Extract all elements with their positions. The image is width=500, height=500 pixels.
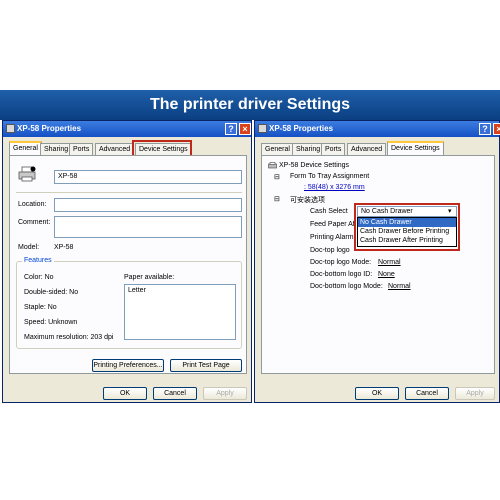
window-title: XP-58 Properties [269,124,334,133]
close-button[interactable]: × [493,123,500,135]
cancel-button[interactable]: Cancel [153,387,197,400]
printing-alarm-label[interactable]: Printing Alarm [310,234,354,241]
ok-button[interactable]: OK [355,387,399,400]
doc-top-logo-mode-label[interactable]: Doc-top logo Mode: [310,259,371,266]
paper-list[interactable]: Letter [124,284,236,340]
right-properties-window: XP-58 Properties ? × General Sharing Por… [254,120,500,403]
feed-paper-label[interactable]: Feed Paper Af [310,221,355,228]
tab-advanced[interactable]: Advanced [95,143,135,155]
help-button[interactable]: ? [479,123,491,135]
print-test-page-button[interactable]: Print Test Page [170,359,242,372]
cash-drawer-select[interactable]: No Cash Drawer [357,206,457,217]
installable-options[interactable]: 可安装选项 [290,195,325,205]
tab-ports[interactable]: Ports [321,143,346,155]
features-label: Features [22,257,54,264]
device-settings-panel: XP-58 Device Settings ⊟ Form To Tray Ass… [261,155,495,374]
help-button[interactable]: ? [225,123,237,135]
close-button[interactable]: × [239,123,251,135]
tab-general[interactable]: General [9,141,42,156]
tab-general[interactable]: General [261,143,294,155]
printer-name-field[interactable]: XP-58 [54,170,242,184]
general-panel: XP-58 Location: Comment: Model: XP-58 Fe… [9,155,247,374]
cash-select-label[interactable]: Cash Select [310,208,348,215]
tab-ports[interactable]: Ports [69,143,94,155]
apply-button[interactable]: Apply [203,387,247,400]
form-tray-assignment[interactable]: Form To Tray Assignment [290,173,369,180]
feature-speed: Speed: Unknown [24,319,78,326]
printing-preferences-button[interactable]: Printing Preferences... [92,359,164,372]
cash-drawer-dropdown-list[interactable]: No Cash Drawer Cash Drawer Before Printi… [357,217,457,247]
location-label: Location: [18,201,47,208]
dropdown-option[interactable]: Cash Drawer Before Printing [358,227,456,236]
printer-icon [18,166,36,182]
doc-bottom-logo-id-value[interactable]: None [378,271,395,278]
apply-button[interactable]: Apply [455,387,495,400]
tab-device-settings[interactable]: Device Settings [387,141,444,156]
chevron-down-icon[interactable]: ▾ [448,207,452,215]
window-title: XP-58 Properties [17,124,82,133]
tree-root[interactable]: XP-58 Device Settings [279,162,349,169]
tree-expand-icon[interactable]: ⊟ [274,195,280,203]
divider [16,192,242,193]
tab-sharing[interactable]: Sharing [40,143,73,155]
feature-max-resolution: Maximum resolution: 203 dpi [24,334,114,341]
form-tray-value[interactable]: : 58(48) x 3276 mm [304,184,365,191]
feature-staple: Staple: No [24,304,57,311]
printer-icon [268,162,277,169]
doc-top-logo-label[interactable]: Doc-top logo [310,247,350,254]
cancel-button[interactable]: Cancel [405,387,449,400]
comment-label: Comment: [18,219,51,226]
doc-bottom-logo-mode-label[interactable]: Doc-bottom logo Mode: [310,283,383,290]
feature-double-sided: Double-sided: No [24,289,79,296]
tree-expand-icon[interactable]: ⊟ [274,173,280,181]
ok-button[interactable]: OK [103,387,147,400]
dropdown-option[interactable]: No Cash Drawer [358,218,456,227]
feature-color: Color: No [24,274,54,281]
paper-available-label: Paper available: [124,274,175,281]
tab-sharing[interactable]: Sharing [292,143,325,155]
left-titlebar: XP-58 Properties ? × [3,121,251,137]
right-titlebar: XP-58 Properties ? × [255,121,500,137]
left-properties-window: XP-58 Properties ? × General Sharing Por… [2,120,252,403]
model-label: Model: [18,244,40,251]
model-value: XP-58 [54,244,74,251]
tab-advanced[interactable]: Advanced [347,143,387,155]
doc-bottom-logo-mode-value[interactable]: Normal [388,283,411,290]
printer-icon [6,124,15,133]
comment-field[interactable] [54,216,242,238]
doc-bottom-logo-id-label[interactable]: Doc-bottom logo ID: [310,271,372,278]
location-field[interactable] [54,198,242,212]
printer-icon [258,124,267,133]
paper-item[interactable]: Letter [128,285,235,297]
banner-title: The printer driver Settings [149,96,351,113]
dropdown-option[interactable]: Cash Drawer After Printing [358,236,456,245]
doc-top-logo-mode-value[interactable]: Normal [378,259,401,266]
